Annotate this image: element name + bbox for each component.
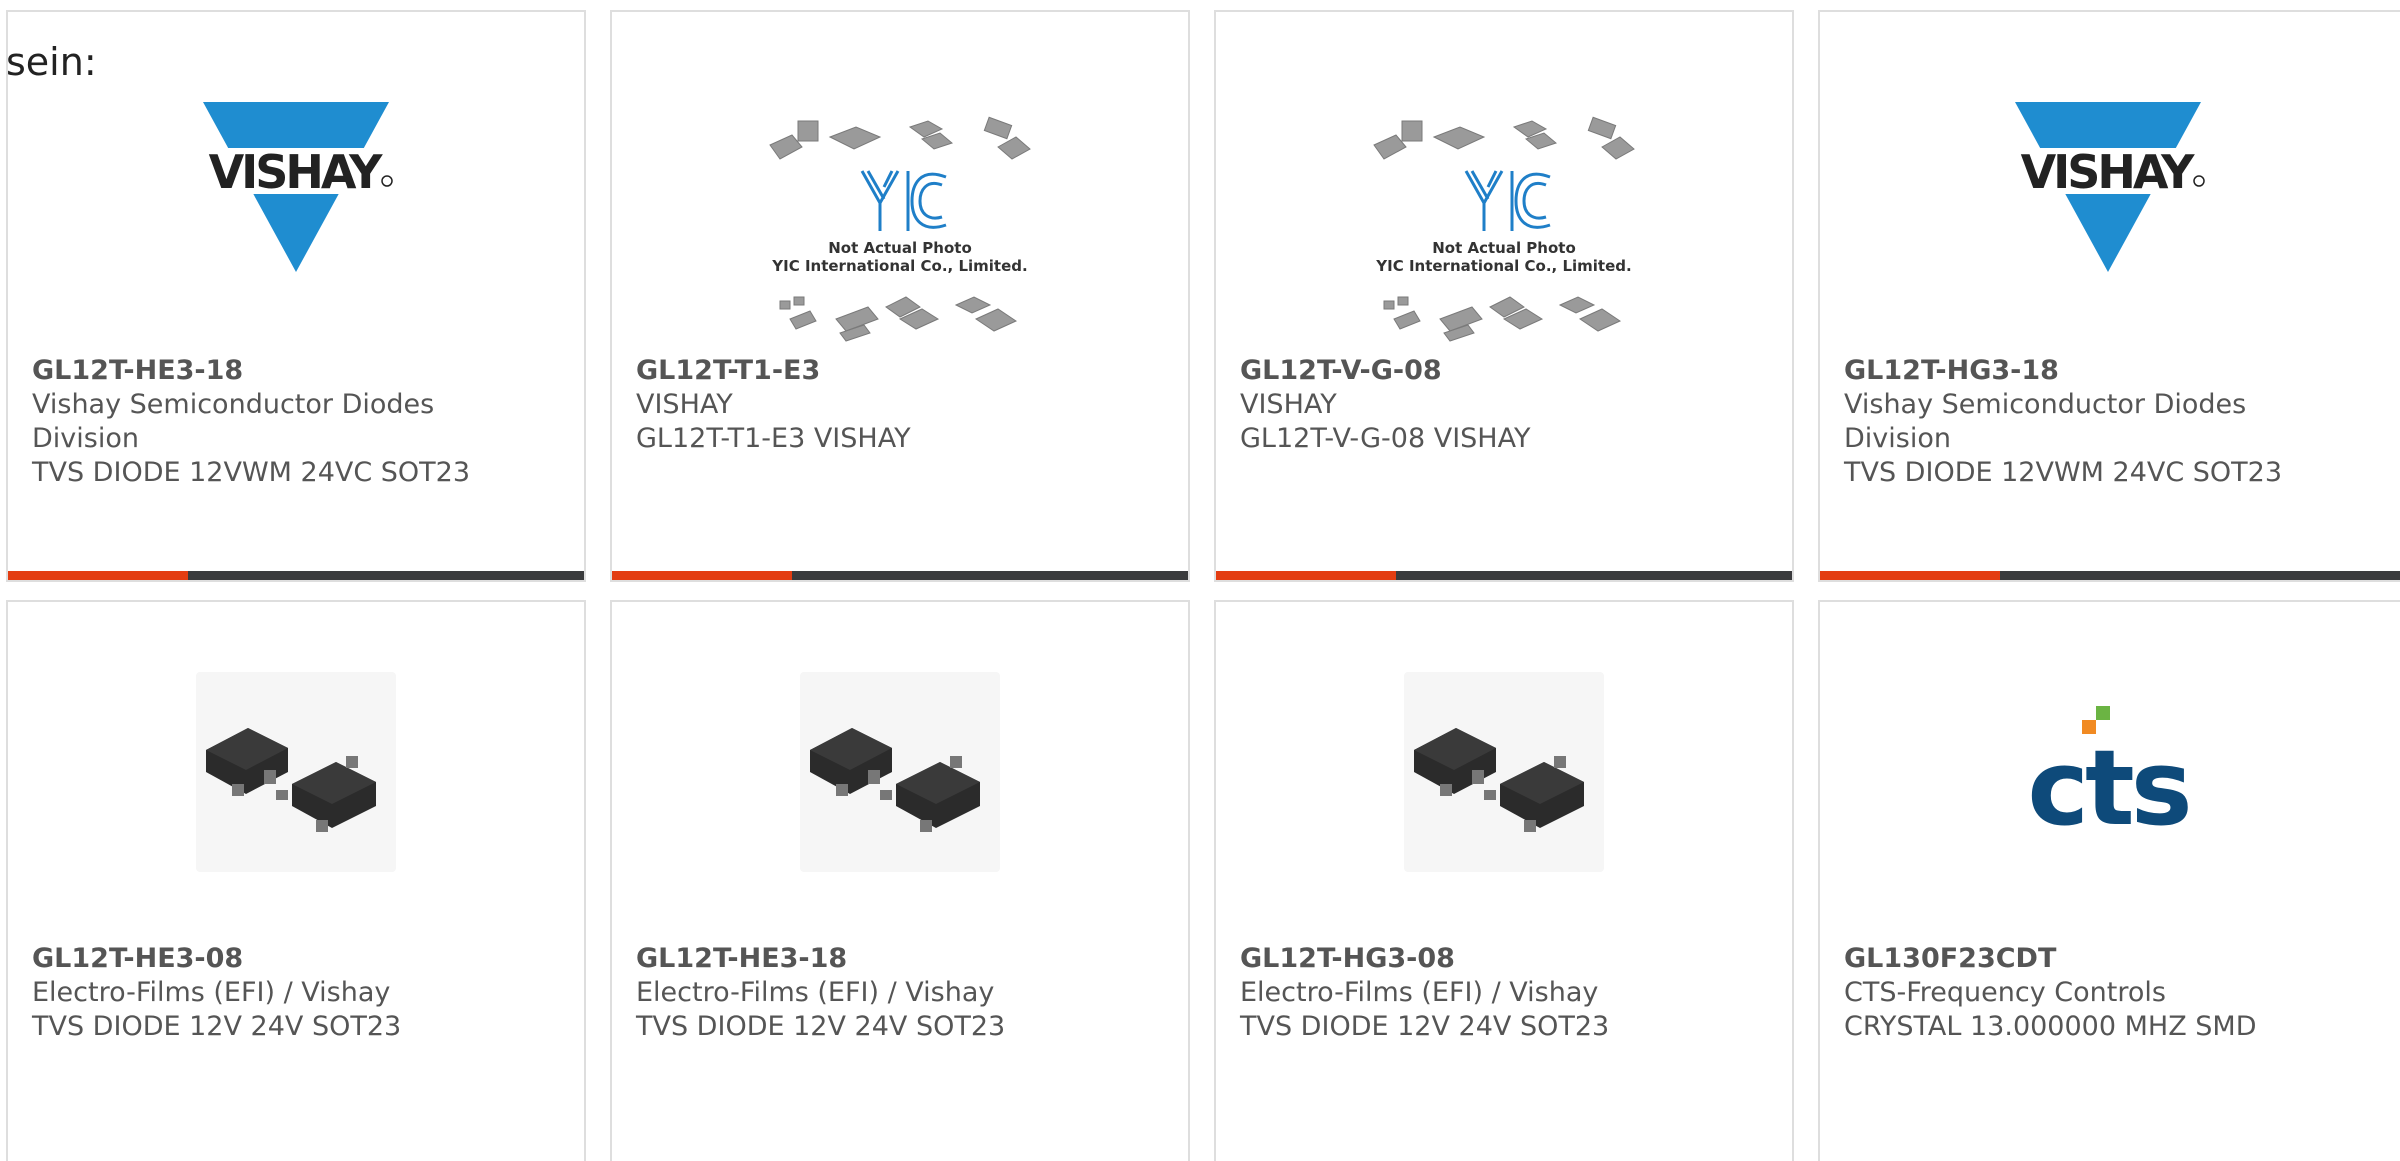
description: GL12T-V-G-08 VISHAY bbox=[1240, 423, 1531, 454]
cts-logo-icon: cts bbox=[1998, 702, 2218, 849]
part-number-link[interactable]: GL12T-HG3-08 bbox=[1240, 942, 1772, 976]
description: TVS DIODE 12V 24V SOT23 bbox=[1240, 1011, 1610, 1042]
manufacturer: Vishay Semiconductor Diodes bbox=[32, 389, 435, 420]
manufacturer: VISHAY bbox=[1240, 389, 1337, 420]
product-info: GL130F23CDT CTS-Frequency Controls CRYST… bbox=[1844, 942, 2386, 1044]
product-card[interactable]: VISHAY GL12T-HE3-18 Vishay Semiconductor… bbox=[6, 10, 586, 582]
product-card[interactable]: Not Actual Photo YIC International Co., … bbox=[1214, 10, 1794, 582]
product-image: Not Actual Photo YIC International Co., … bbox=[612, 102, 1188, 352]
svg-text:YIC International Co., Limited: YIC International Co., Limited. bbox=[1375, 257, 1631, 275]
description: GL12T-T1-E3 VISHAY bbox=[636, 423, 911, 454]
product-image: cts bbox=[1820, 672, 2396, 872]
product-card[interactable]: VISHAY GL12T-HG3-18 Vishay Semiconductor… bbox=[1818, 10, 2400, 582]
product-image: VISHAY bbox=[8, 92, 584, 292]
product-card[interactable]: GL12T-HG3-08 Electro-Films (EFI) / Visha… bbox=[1214, 600, 1794, 1161]
svg-text:VISHAY: VISHAY bbox=[209, 145, 384, 199]
vishay-logo-icon: VISHAY bbox=[191, 102, 401, 282]
description: CRYSTAL 13.000000 MHZ SMD bbox=[1844, 1011, 2257, 1042]
vishay-logo-icon: VISHAY bbox=[2003, 102, 2213, 282]
part-number-link[interactable]: GL12T-HE3-18 bbox=[32, 354, 564, 388]
manufacturer-cont: Division bbox=[32, 423, 139, 454]
manufacturer: Electro-Films (EFI) / Vishay bbox=[32, 977, 391, 1008]
product-card[interactable]: GL12T-HE3-18 Electro-Films (EFI) / Visha… bbox=[610, 600, 1190, 1161]
product-grid-page: sein: VISHAY GL12T-HE3-18 Vishay Semicon… bbox=[0, 0, 2400, 1161]
sot23-package-icon bbox=[1404, 672, 1604, 872]
card-bottom-bar bbox=[1216, 571, 1792, 580]
product-card[interactable]: cts GL130F23CDT CTS-Frequency Controls C… bbox=[1818, 600, 2400, 1161]
manufacturer: CTS-Frequency Controls bbox=[1844, 977, 2166, 1008]
description: TVS DIODE 12VWM 24VC SOT23 bbox=[32, 457, 471, 488]
manufacturer: VISHAY bbox=[636, 389, 733, 420]
yic-placeholder-icon: Not Actual Photo YIC International Co., … bbox=[760, 107, 1040, 347]
description: TVS DIODE 12V 24V SOT23 bbox=[32, 1011, 402, 1042]
manufacturer: Electro-Films (EFI) / Vishay bbox=[636, 977, 995, 1008]
svg-text:Not Actual Photo: Not Actual Photo bbox=[828, 239, 972, 257]
part-number-link[interactable]: GL12T-V-G-08 bbox=[1240, 354, 1772, 388]
part-number-link[interactable]: GL12T-HE3-08 bbox=[32, 942, 564, 976]
description: TVS DIODE 12VWM 24VC SOT23 bbox=[1844, 457, 2283, 488]
part-number-link[interactable]: GL130F23CDT bbox=[1844, 942, 2386, 976]
product-info: GL12T-T1-E3 VISHAY GL12T-T1-E3 VISHAY bbox=[636, 354, 1168, 456]
part-number-link[interactable]: GL12T-T1-E3 bbox=[636, 354, 1168, 388]
manufacturer: Electro-Films (EFI) / Vishay bbox=[1240, 977, 1599, 1008]
product-info: GL12T-V-G-08 VISHAY GL12T-V-G-08 VISHAY bbox=[1240, 354, 1772, 456]
manufacturer-cont: Division bbox=[1844, 423, 1951, 454]
description: TVS DIODE 12V 24V SOT23 bbox=[636, 1011, 1006, 1042]
svg-text:cts: cts bbox=[2027, 727, 2188, 842]
card-bottom-bar bbox=[1820, 571, 2400, 580]
product-image: Not Actual Photo YIC International Co., … bbox=[1216, 102, 1792, 352]
part-number-link[interactable]: GL12T-HG3-18 bbox=[1844, 354, 2386, 388]
product-card[interactable]: GL12T-HE3-08 Electro-Films (EFI) / Visha… bbox=[6, 600, 586, 1161]
product-info: GL12T-HG3-08 Electro-Films (EFI) / Visha… bbox=[1240, 942, 1772, 1044]
svg-text:Not Actual Photo: Not Actual Photo bbox=[1432, 239, 1576, 257]
product-card[interactable]: Not Actual Photo YIC International Co., … bbox=[610, 10, 1190, 582]
product-image bbox=[1216, 672, 1792, 872]
part-number-link[interactable]: GL12T-HE3-18 bbox=[636, 942, 1168, 976]
sot23-package-icon bbox=[800, 672, 1000, 872]
card-bottom-bar bbox=[612, 571, 1188, 580]
manufacturer: Vishay Semiconductor Diodes bbox=[1844, 389, 2247, 420]
svg-text:YIC International Co., Limited: YIC International Co., Limited. bbox=[771, 257, 1027, 275]
intro-text: sein: bbox=[6, 40, 97, 84]
product-image bbox=[8, 672, 584, 872]
yic-placeholder-icon: Not Actual Photo YIC International Co., … bbox=[1364, 107, 1644, 347]
card-bottom-bar bbox=[8, 571, 584, 580]
product-info: GL12T-HE3-18 Electro-Films (EFI) / Visha… bbox=[636, 942, 1168, 1044]
sot23-package-icon bbox=[196, 672, 396, 872]
product-info: GL12T-HG3-18 Vishay Semiconductor Diodes… bbox=[1844, 354, 2386, 490]
product-image: VISHAY bbox=[1820, 92, 2396, 292]
product-info: GL12T-HE3-08 Electro-Films (EFI) / Visha… bbox=[32, 942, 564, 1044]
product-image bbox=[612, 672, 1188, 872]
svg-text:VISHAY: VISHAY bbox=[2021, 145, 2196, 199]
product-info: GL12T-HE3-18 Vishay Semiconductor Diodes… bbox=[32, 354, 564, 490]
